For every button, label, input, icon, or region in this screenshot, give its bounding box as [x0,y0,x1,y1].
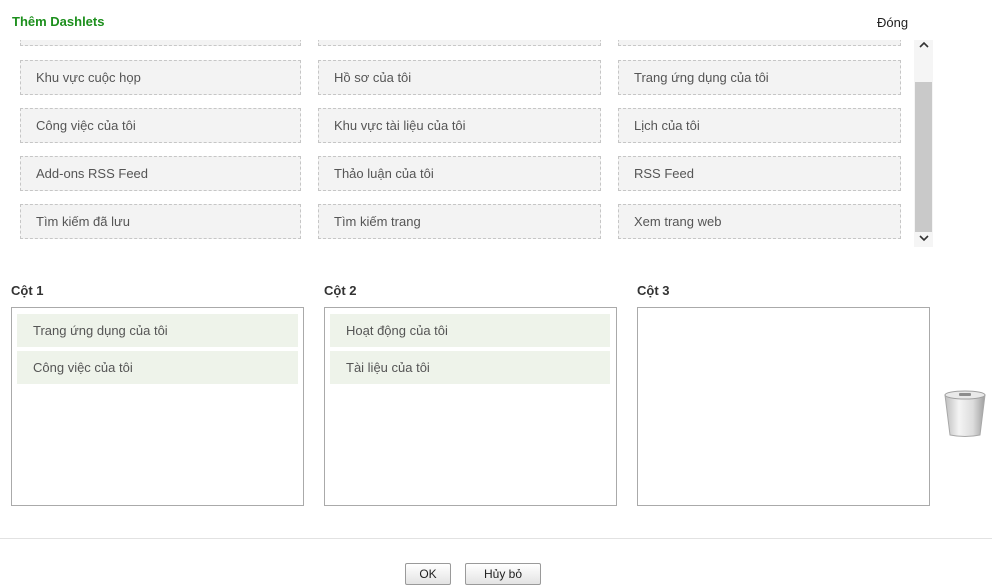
dashlet-item[interactable]: Hồ sơ của tôi [318,60,601,95]
trash-bin-icon[interactable] [942,389,988,437]
ok-button[interactable]: OK [405,563,451,585]
column-item[interactable]: Trang ứng dụng của tôi [17,314,298,347]
column-item[interactable]: Tài liệu của tôi [330,351,610,384]
dashlet-item[interactable]: Công việc của tôi [20,108,301,143]
column-2-label: Cột 2 [324,283,357,298]
chevron-down-icon[interactable] [914,233,933,247]
dashlet-partial [618,40,901,46]
footer-divider [0,538,992,539]
chevron-up-icon[interactable] [914,40,933,54]
dashlet-item[interactable]: Tìm kiếm trang [318,204,601,239]
column-item[interactable]: Công việc của tôi [17,351,298,384]
dashlet-partial [20,40,301,46]
dialog-title: Thêm Dashlets [12,14,105,29]
dashlet-item[interactable]: RSS Feed [618,156,901,191]
dashlet-partial [318,40,601,46]
close-link[interactable]: Đóng [877,15,908,30]
dashlet-item[interactable]: Khu vực tài liệu của tôi [318,108,601,143]
dashlet-item[interactable]: Add-ons RSS Feed [20,156,301,191]
dashlet-item[interactable]: Khu vực cuộc họp [20,60,301,95]
scrollbar[interactable] [914,40,933,247]
column-1-label: Cột 1 [11,283,44,298]
available-dashlets-area: Khu vực cuộc họp Hồ sơ của tôi Trang ứng… [0,40,912,244]
scrollbar-thumb[interactable] [915,82,932,232]
column-2-dropzone[interactable]: Hoạt động của tôi Tài liệu của tôi [324,307,617,506]
dashlet-item[interactable]: Xem trang web [618,204,901,239]
dashlet-item[interactable]: Thảo luận của tôi [318,156,601,191]
column-1-dropzone[interactable]: Trang ứng dụng của tôi Công việc của tôi [11,307,304,506]
column-3-label: Cột 3 [637,283,670,298]
cancel-button[interactable]: Hủy bỏ [465,563,541,585]
column-3-dropzone[interactable] [637,307,930,506]
column-item[interactable]: Hoạt động của tôi [330,314,610,347]
dashlet-item[interactable]: Tìm kiếm đã lưu [20,204,301,239]
dashlet-item[interactable]: Trang ứng dụng của tôi [618,60,901,95]
dashlet-item[interactable]: Lịch của tôi [618,108,901,143]
